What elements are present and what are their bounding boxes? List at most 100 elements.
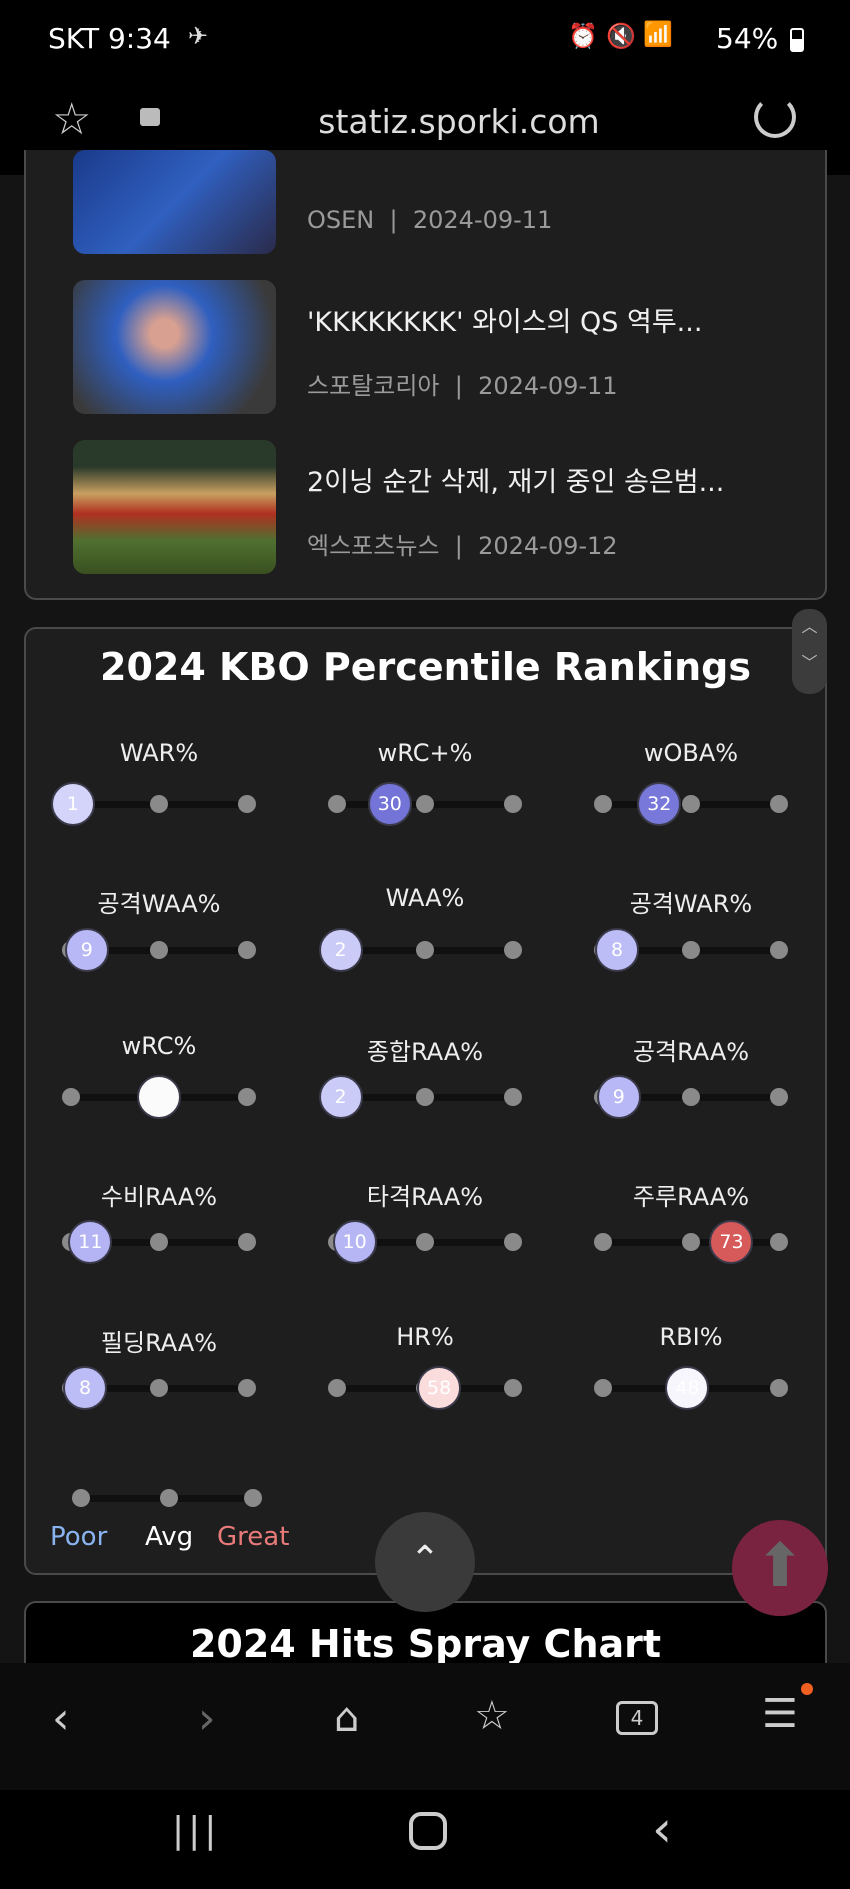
percentile-scale-dot <box>770 1088 788 1106</box>
news-date: 2024-09-11 <box>412 206 553 234</box>
percentile-marker: 30 <box>367 782 412 826</box>
percentile-scale-dot <box>504 795 522 813</box>
legend-dot-great <box>244 1489 262 1507</box>
percentile-scale-dot <box>682 941 700 959</box>
scroll-up-arrow-button[interactable]: ⬆ <box>732 1520 828 1616</box>
home-button-icon[interactable] <box>409 1812 447 1850</box>
percentile-scale-dot <box>150 941 168 959</box>
percentile-label: wOBA% <box>643 739 739 767</box>
percentile-marker: 8 <box>595 928 640 972</box>
news-source: 스포탈코리아 <box>307 372 440 400</box>
browser-nav-bar: ‹ › ⌂ ☆ 4 ☰ <box>0 1663 850 1790</box>
news-meta: 스포탈코리아 | 2024-09-11 <box>307 372 618 400</box>
scroll-to-top-button[interactable]: ⌃ <box>375 1512 475 1612</box>
percentile-scale-dot <box>504 1088 522 1106</box>
percentile-scale-dot <box>770 1379 788 1397</box>
percentile-scale-dot <box>770 941 788 959</box>
chevron-up-icon[interactable]: ︿ <box>792 609 827 645</box>
percentile-scale-dot <box>150 795 168 813</box>
percentile-scale-dot <box>328 1379 346 1397</box>
status-bar: SKT 9:34 ✈ ⏰ 🔇 📶 54% <box>0 0 850 72</box>
chevron-down-icon[interactable]: ﹀ <box>792 645 827 681</box>
news-source: OSEN <box>307 206 375 234</box>
percentile-scale-dot <box>504 941 522 959</box>
legend-dot-poor <box>72 1489 90 1507</box>
percentile-marker: 32 <box>637 782 682 826</box>
news-thumbnail[interactable] <box>73 280 276 414</box>
percentile-scale-dot <box>594 1379 612 1397</box>
percentile-marker: 58 <box>417 1366 462 1410</box>
percentile-marker: 9 <box>64 928 109 972</box>
spray-chart-title: 2024 Hits Spray Chart <box>189 1622 662 1666</box>
recent-apps-icon[interactable]: ||| <box>172 1810 220 1851</box>
menu-icon[interactable]: ☰ <box>762 1691 798 1737</box>
percentile-scale-dot <box>594 1233 612 1251</box>
percentile-label: RBI% <box>659 1323 723 1351</box>
percentile-label: wRC+% <box>377 739 473 767</box>
percentile-label: WAA% <box>385 884 465 912</box>
news-thumbnail[interactable] <box>73 150 276 254</box>
percentile-label: 공격WAA% <box>97 890 221 918</box>
percentile-label: 공격RAA% <box>632 1038 750 1066</box>
percentile-label: 수비RAA% <box>100 1183 218 1211</box>
percentile-scale-dot <box>682 1233 700 1251</box>
percentile-title: 2024 KBO Percentile Rankings <box>100 645 751 689</box>
battery-percent: 54% <box>716 22 779 55</box>
news-meta: 엑스포츠뉴스 | 2024-09-12 <box>307 532 618 560</box>
percentile-marker: 2 <box>318 928 363 972</box>
percentile-scale-dot <box>62 1088 80 1106</box>
percentile-label: 종합RAA% <box>366 1038 484 1066</box>
percentile-scale-dot <box>416 795 434 813</box>
tabs-button[interactable]: 4 <box>616 1701 658 1735</box>
percentile-scale-dot <box>416 1088 434 1106</box>
percentile-scale-dot <box>504 1379 522 1397</box>
percentile-label: wRC% <box>121 1032 197 1060</box>
percentile-label: WAR% <box>119 739 199 767</box>
percentile-scale-dot <box>238 941 256 959</box>
url-text[interactable]: statiz.sporki.com <box>0 102 850 141</box>
percentile-scale-dot <box>328 795 346 813</box>
notification-dot <box>801 1683 813 1695</box>
percentile-scale-dot <box>238 1088 256 1106</box>
news-title[interactable]: 2이닝 순간 삭제, 재기 중인 송은범... <box>307 460 724 499</box>
news-source: 엑스포츠뉴스 <box>307 532 440 560</box>
wifi-signal-icon: 📶 <box>643 20 673 48</box>
arrow-up-icon: ⬆ <box>754 1531 806 1601</box>
percentile-label: HR% <box>396 1323 454 1351</box>
percentile-scale-dot <box>770 1233 788 1251</box>
percentile-scale-dot <box>416 941 434 959</box>
percentile-marker: 9 <box>596 1075 641 1119</box>
system-back-icon[interactable]: ‹ <box>652 1800 672 1858</box>
chevron-up-icon: ⌃ <box>409 1539 441 1580</box>
percentile-label: 주루RAA% <box>632 1183 750 1211</box>
reload-icon[interactable] <box>754 96 796 138</box>
home-icon[interactable]: ⌂ <box>334 1695 359 1741</box>
percentile-scale-dot <box>238 1379 256 1397</box>
percentile-scale-dot <box>416 1233 434 1251</box>
battery-icon <box>790 28 804 52</box>
percentile-label: 타격RAA% <box>366 1183 484 1211</box>
percentile-scale-dot <box>682 1088 700 1106</box>
percentile-marker: 10 <box>332 1220 377 1264</box>
legend-great: Great <box>217 1522 290 1552</box>
news-thumbnail[interactable] <box>73 440 276 574</box>
percentile-label: 필딩RAA% <box>100 1329 218 1357</box>
news-title[interactable]: 'KKKKKKKK' 와이스의 QS 역투... <box>307 300 702 339</box>
news-date: 2024-09-12 <box>478 532 618 560</box>
percentile-scale-dot <box>238 795 256 813</box>
percentile-scale-dot <box>150 1379 168 1397</box>
percentile-scale-dot <box>682 795 700 813</box>
percentile-scale-dot <box>150 1233 168 1251</box>
back-icon[interactable]: ‹ <box>52 1693 70 1744</box>
bookmarks-icon[interactable]: ☆ <box>474 1693 510 1739</box>
team-icon: ✈ <box>188 22 209 50</box>
percentile-scale-dot <box>770 795 788 813</box>
carrier-time: SKT 9:34 <box>48 22 171 55</box>
legend-dot-avg <box>160 1489 178 1507</box>
percentile-marker <box>137 1075 181 1119</box>
forward-icon[interactable]: › <box>198 1693 216 1744</box>
system-nav-bar: ||| ‹ <box>0 1790 850 1889</box>
scroll-widget[interactable]: ︿ ﹀ <box>792 609 827 694</box>
mute-icon: 🔇 <box>606 22 636 50</box>
alarm-icon: ⏰ <box>568 22 598 50</box>
